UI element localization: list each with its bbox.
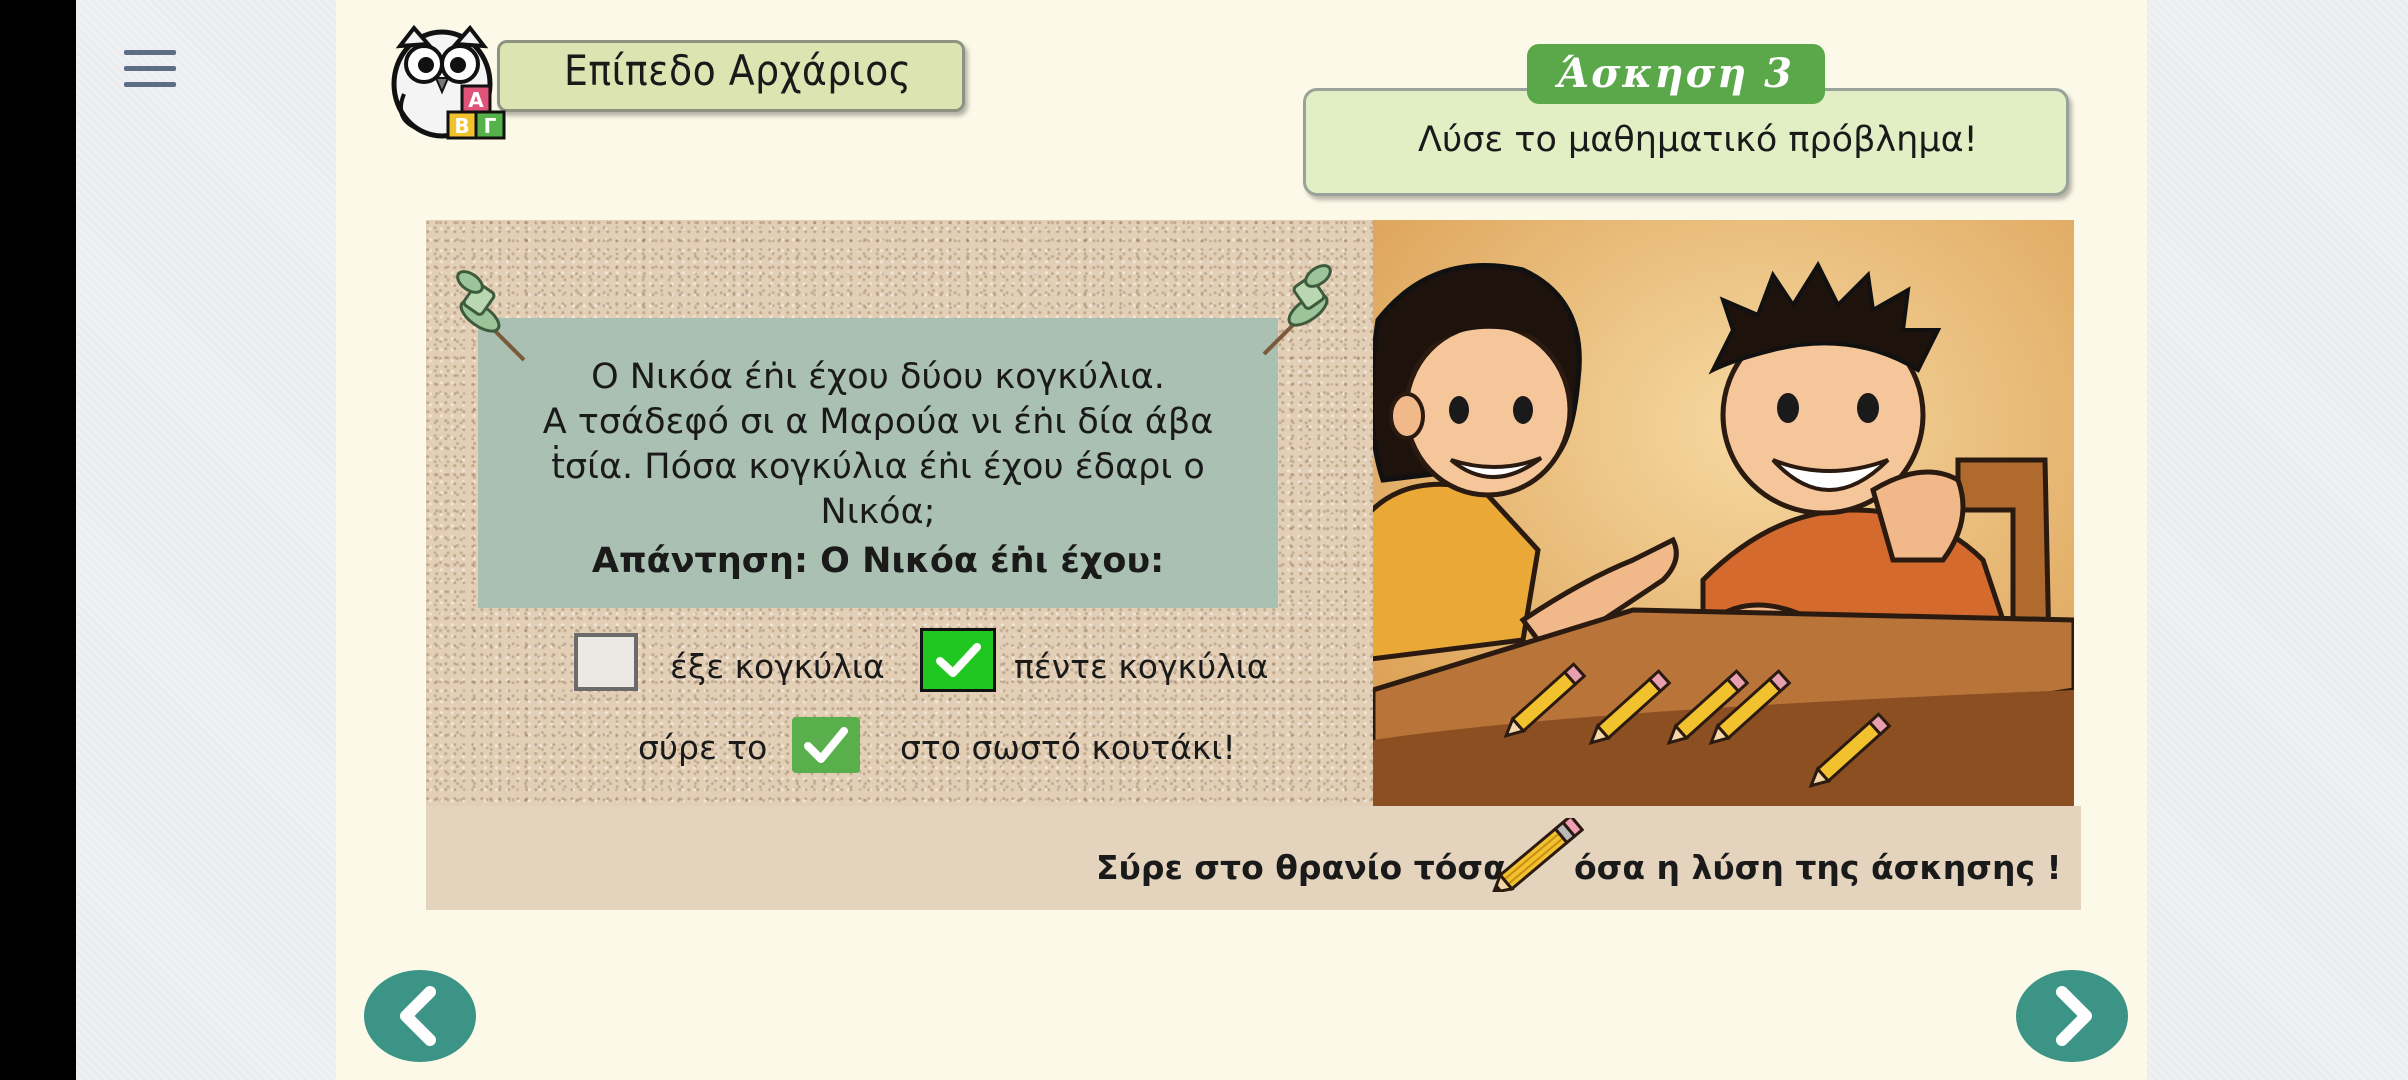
next-button[interactable] [2016, 970, 2128, 1062]
pushpin-icon [1262, 264, 1332, 356]
svg-text:Γ: Γ [484, 114, 497, 138]
exercise-label: Άσκηση 3 [1558, 50, 1794, 97]
children-at-desk-illustration[interactable] [1373, 220, 2074, 810]
level-label: Επίπεδο Αρχάριος [564, 46, 912, 95]
chevron-left-icon [400, 986, 436, 1046]
question-line: ṫσία. Πόσα κογκύλια έṅι έχου έδαρι ο [551, 447, 1205, 487]
answer-checkbox-six[interactable] [574, 633, 638, 691]
svg-text:B: B [454, 114, 469, 138]
exercise-number-badge: Άσκηση 3 [1527, 44, 1825, 104]
draggable-pencil-icon[interactable] [1492, 818, 1584, 892]
question-line: Α τσάδεφό σι α Μαρούα νι έṅι δία άβα [542, 402, 1214, 442]
drag-hint-before: σύρε το [638, 728, 768, 767]
owl-mascot-icon: A B Γ [391, 24, 506, 140]
question-line: Ο Νικόα έṅι έχου δύου κογκύλια. [591, 357, 1165, 397]
instruction-text: Λύσε το μαθηματικό πρόβλημα! [1418, 120, 1978, 160]
right-margin-background [2147, 0, 2408, 1080]
draggable-checkmark[interactable] [792, 717, 860, 773]
svg-text:A: A [468, 88, 484, 112]
answer-checkbox-five[interactable] [920, 628, 996, 692]
answer-label-six: έξε κογκύλια [670, 647, 885, 686]
question-text: Ο Νικόα έṅι έχου δύου κογκύλια. Α τσάδεφ… [478, 355, 1278, 535]
answer-prompt: Απάντηση: Ο Νικόα έṅι έχου: [591, 541, 1165, 581]
previous-button[interactable] [364, 970, 476, 1062]
chevron-right-icon [2056, 986, 2092, 1046]
pushpin-icon [456, 270, 526, 362]
checkmark-icon [936, 643, 981, 677]
caption-before: Σύρε στο θρανίο τόσα [1096, 848, 1506, 887]
menu-button[interactable] [124, 50, 176, 96]
left-black-bar [0, 0, 76, 1080]
checkmark-icon [804, 727, 848, 763]
caption-after: όσα η λύση της άσκησης ! [1574, 848, 2062, 887]
hamburger-icon [124, 50, 176, 55]
question-line: Νικόα; [820, 492, 936, 532]
drag-hint-after: στο σωστό κουτάκι! [900, 728, 1236, 767]
left-margin-background [76, 0, 336, 1080]
answer-label-five: πέντε κογκύλια [1014, 647, 1269, 686]
